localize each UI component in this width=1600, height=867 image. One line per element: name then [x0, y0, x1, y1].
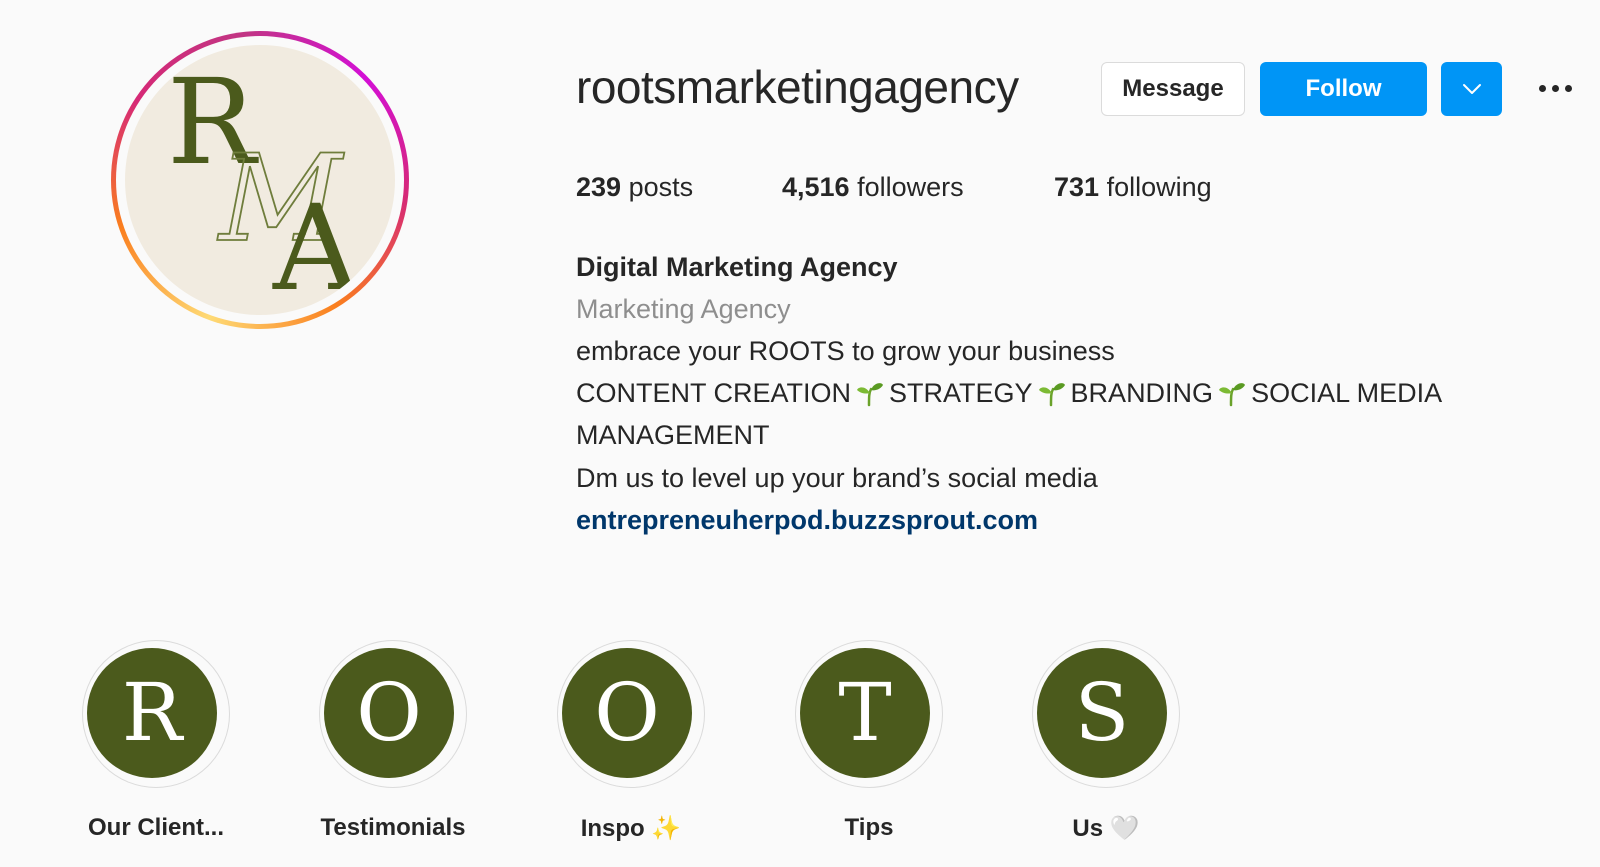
bio-call-to-action: Dm us to level up your brand’s social me…: [576, 463, 1098, 493]
bio-display-name: Digital Marketing Agency: [576, 252, 898, 282]
more-options-button[interactable]: [1533, 70, 1577, 106]
highlight-label: Tips: [762, 814, 976, 842]
posts-count: 239 posts: [576, 172, 693, 203]
logo-letter-a: A: [272, 179, 360, 315]
seedling-icon: [857, 383, 884, 407]
highlight-cover: R: [87, 648, 217, 778]
highlight-cover: O: [324, 648, 454, 778]
highlight-cover: T: [800, 648, 930, 778]
followers-link[interactable]: 4,516 followers: [782, 172, 964, 203]
more-options-icon-dot: [1564, 84, 1572, 92]
highlight-label-text: Inspo: [580, 815, 652, 842]
seedling-icon: [1038, 383, 1065, 407]
more-options-icon-dot: [1551, 84, 1559, 92]
bio-service-item: STRATEGY: [889, 378, 1033, 408]
following-count-value: 731: [1054, 172, 1100, 202]
highlight-label-text: Our Client...: [87, 814, 224, 841]
bio-website-link[interactable]: entrepreneuherpod.buzzsprout.com: [576, 505, 1038, 536]
more-options-icon: [1538, 84, 1546, 92]
highlight-label-text: Testimonials: [320, 814, 466, 841]
sparkles-icon: ✨: [651, 815, 682, 842]
bio-services: CONTENT CREATION STRATEGY BRANDING SOCIAL M…: [576, 378, 1442, 409]
followers-count-value: 4,516: [782, 172, 850, 202]
white-heart-icon: 🤍: [1109, 815, 1140, 842]
profile-avatar[interactable]: R M A: [111, 31, 409, 329]
highlight-label-text: Tips: [844, 814, 894, 841]
bio-services-wrap: MANAGEMENT: [576, 420, 770, 450]
highlight-label: Inspo ✨: [524, 814, 738, 843]
bio-category: Marketing Agency: [576, 294, 791, 324]
highlight-cover: S: [1037, 648, 1167, 778]
chevron-down-icon: [1462, 84, 1481, 94]
followers-count-label: followers: [849, 172, 964, 202]
bio-service-item: SOCIAL MEDIA: [1251, 378, 1443, 408]
profile-username: rootsmarketingagency: [576, 61, 1019, 113]
rma-logo-icon: R M A: [167, 53, 360, 315]
suggested-accounts-button[interactable]: [1441, 62, 1502, 116]
bio-service-item: CONTENT CREATION: [576, 378, 852, 408]
posts-count-label: posts: [621, 172, 694, 202]
highlight-label: Our Client...: [49, 814, 263, 842]
highlight-cover: O: [562, 648, 692, 778]
bio-tagline: embrace your ROOTS to grow your business: [576, 336, 1115, 366]
avatar-logo: R M A: [125, 45, 395, 315]
highlight-label: Testimonials: [286, 814, 500, 842]
following-link[interactable]: 731 following: [1054, 172, 1212, 203]
message-button[interactable]: Message: [1101, 62, 1245, 116]
seedling-icon: [1219, 383, 1246, 407]
highlight-label-text: Us: [1072, 815, 1110, 842]
following-count-label: following: [1099, 172, 1212, 202]
highlight-label: Us 🤍: [999, 814, 1213, 843]
posts-count-value: 239: [576, 172, 622, 202]
bio-service-item: BRANDING: [1070, 378, 1214, 408]
follow-button[interactable]: Follow: [1260, 62, 1427, 116]
